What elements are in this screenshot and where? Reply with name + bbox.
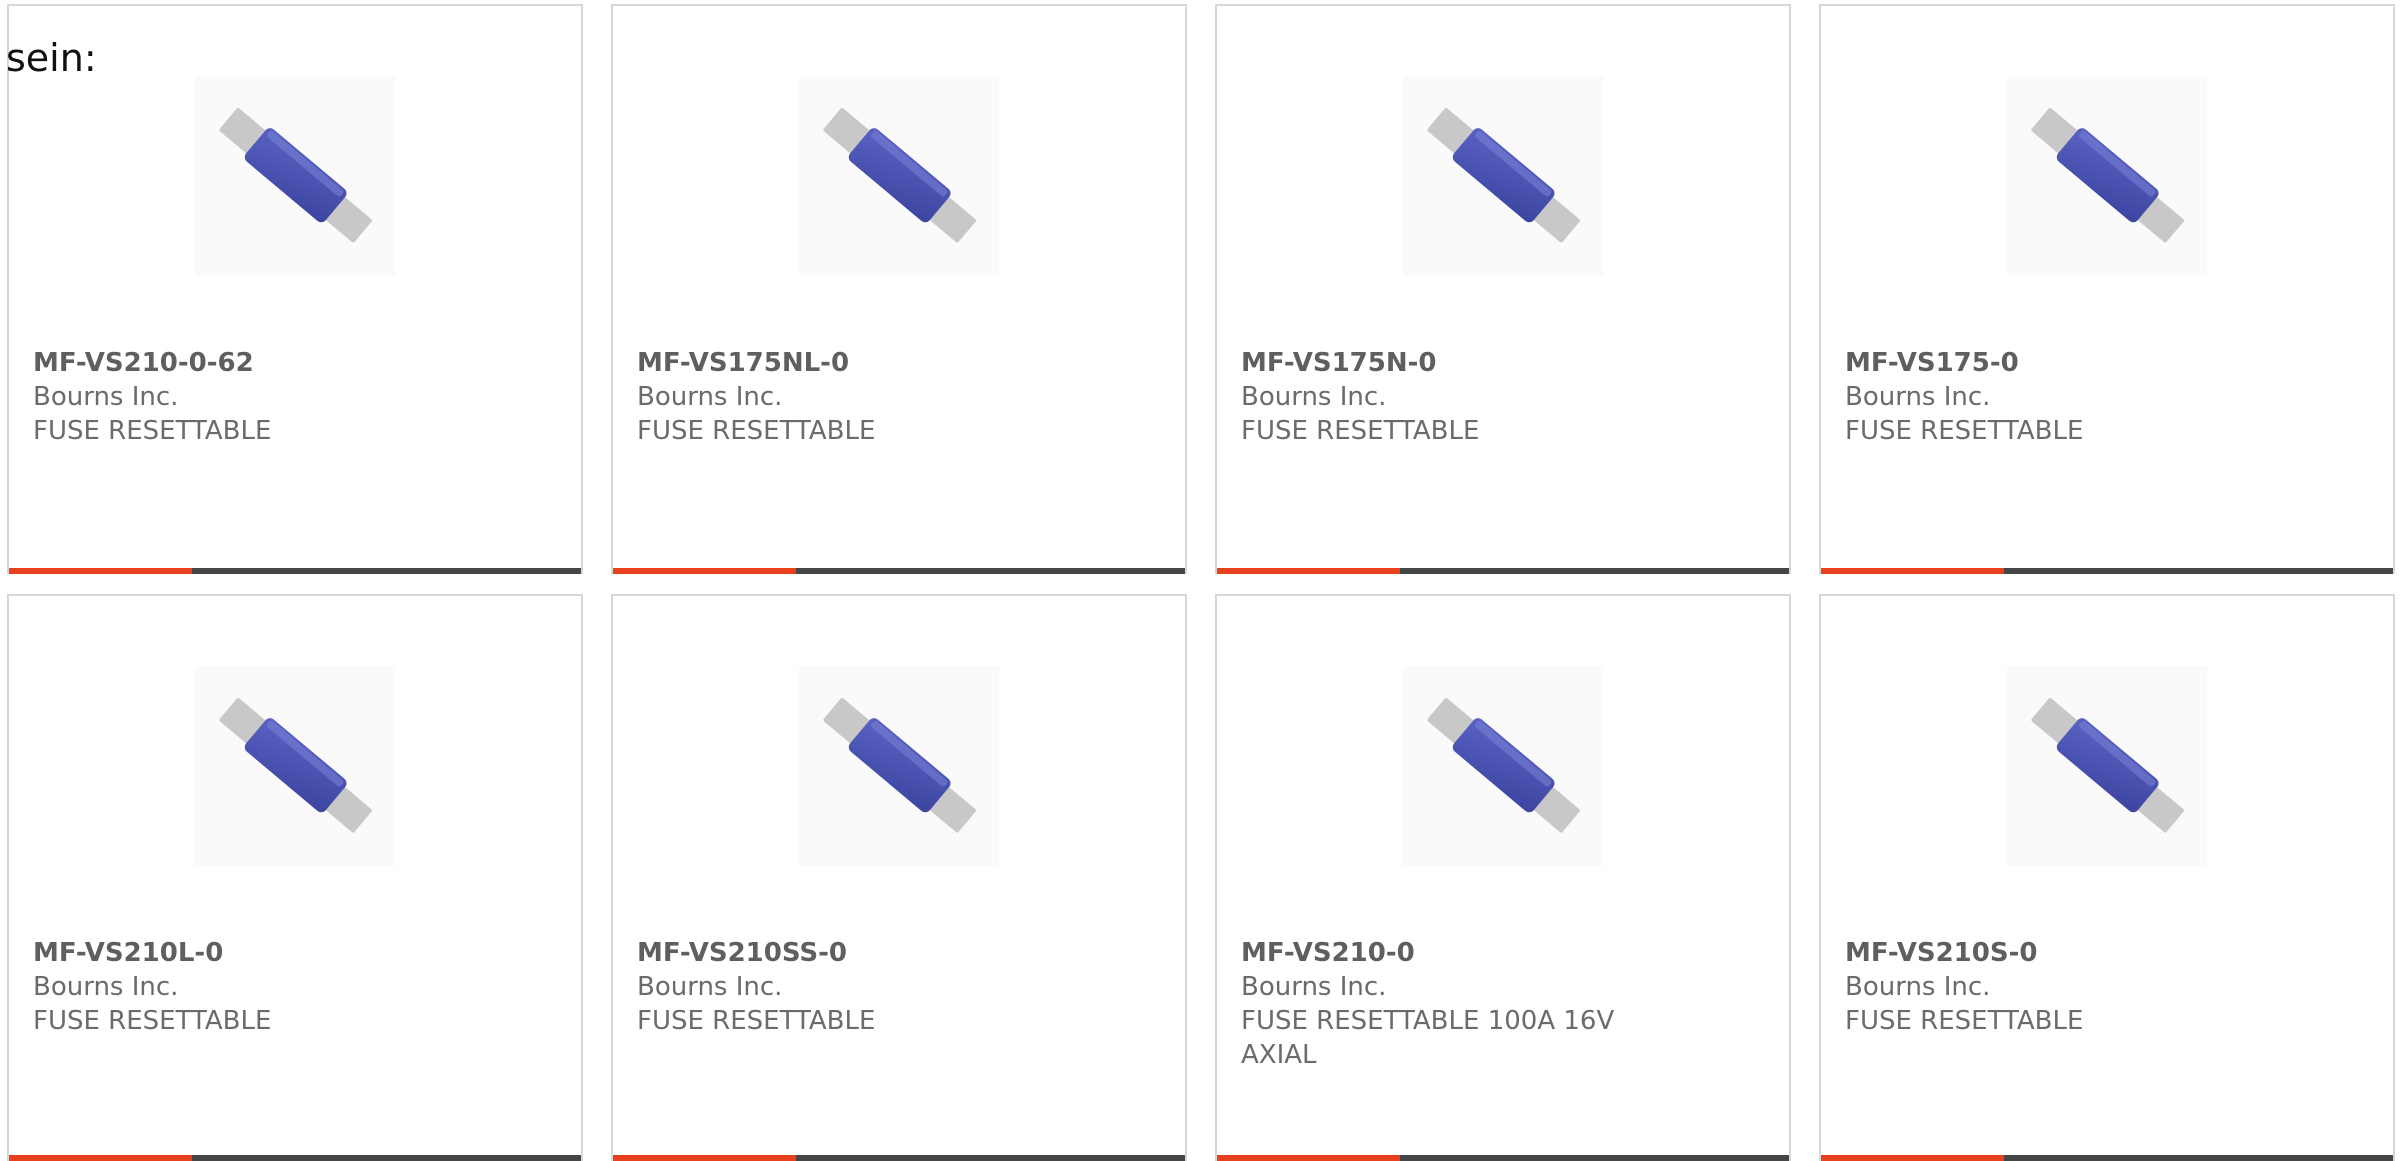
product-info: MF-VS175-0 Bourns Inc. FUSE RESETTABLE <box>1845 346 2365 448</box>
product-grid-page: sein: MF-VS210-0-62 Bourns Inc. FUSE RES… <box>0 0 2400 1161</box>
product-info: MF-VS175NL-0 Bourns Inc. FUSE RESETTABLE <box>637 346 1157 448</box>
card-accent-bar <box>1821 568 2004 574</box>
manufacturer: Bourns Inc. <box>1241 972 1387 1002</box>
manufacturer: Bourns Inc. <box>1845 972 1991 1002</box>
part-number[interactable]: MF-VS210-0-62 <box>33 346 553 380</box>
manufacturer: Bourns Inc. <box>637 972 783 1002</box>
product-card[interactable]: MF-VS210S-0 Bourns Inc. FUSE RESETTABLE <box>1819 594 2395 1161</box>
product-image[interactable] <box>799 666 999 866</box>
resettable-fuse-image <box>2031 107 2184 243</box>
product-description: FUSE RESETTABLE <box>1845 416 2084 446</box>
product-info: MF-VS210S-0 Bourns Inc. FUSE RESETTABLE <box>1845 936 2365 1038</box>
product-card[interactable]: MF-VS175-0 Bourns Inc. FUSE RESETTABLE <box>1819 4 2395 574</box>
resettable-fuse-image <box>219 697 372 833</box>
resettable-fuse-image <box>823 697 976 833</box>
product-card[interactable]: MF-VS175N-0 Bourns Inc. FUSE RESETTABLE <box>1215 4 1791 574</box>
product-card[interactable]: MF-VS210SS-0 Bourns Inc. FUSE RESETTABLE <box>611 594 1187 1161</box>
card-bottom-bar <box>1821 568 2393 574</box>
product-info: MF-VS175N-0 Bourns Inc. FUSE RESETTABLE <box>1241 346 1761 448</box>
product-description: FUSE RESETTABLE <box>33 416 272 446</box>
manufacturer: Bourns Inc. <box>1241 382 1387 412</box>
part-number[interactable]: MF-VS210SS-0 <box>637 936 1157 970</box>
card-accent-bar <box>9 1155 192 1161</box>
manufacturer: Bourns Inc. <box>33 382 179 412</box>
product-card[interactable]: MF-VS175NL-0 Bourns Inc. FUSE RESETTABLE <box>611 4 1187 574</box>
product-info: MF-VS210SS-0 Bourns Inc. FUSE RESETTABLE <box>637 936 1157 1038</box>
card-accent-bar <box>613 1155 796 1161</box>
product-description: FUSE RESETTABLE <box>637 416 876 446</box>
manufacturer: Bourns Inc. <box>33 972 179 1002</box>
card-accent-bar <box>1821 1155 2004 1161</box>
card-bottom-bar <box>613 568 1185 574</box>
part-number[interactable]: MF-VS210S-0 <box>1845 936 2365 970</box>
product-description: FUSE RESETTABLE <box>33 1006 272 1036</box>
resettable-fuse-image <box>823 107 976 243</box>
product-image[interactable] <box>1403 666 1603 866</box>
product-image[interactable] <box>2007 666 2207 866</box>
product-description: FUSE RESETTABLE <box>1845 1006 2084 1036</box>
product-image[interactable] <box>799 76 999 276</box>
product-image[interactable] <box>2007 76 2207 276</box>
part-number[interactable]: MF-VS210-0 <box>1241 936 1641 970</box>
product-card[interactable]: MF-VS210-0-62 Bourns Inc. FUSE RESETTABL… <box>7 4 583 574</box>
card-bottom-bar <box>1821 1155 2393 1161</box>
manufacturer: Bourns Inc. <box>1845 382 1991 412</box>
product-card[interactable]: MF-VS210-0 Bourns Inc. FUSE RESETTABLE 1… <box>1215 594 1791 1161</box>
product-info: MF-VS210L-0 Bourns Inc. FUSE RESETTABLE <box>33 936 553 1038</box>
part-number[interactable]: MF-VS175NL-0 <box>637 346 1157 380</box>
product-image[interactable] <box>195 76 395 276</box>
product-description: FUSE RESETTABLE 100A 16V AXIAL <box>1241 1006 1615 1070</box>
product-description: FUSE RESETTABLE <box>637 1006 876 1036</box>
product-image[interactable] <box>195 666 395 866</box>
card-bottom-bar <box>9 568 581 574</box>
product-description: FUSE RESETTABLE <box>1241 416 1480 446</box>
card-accent-bar <box>613 568 796 574</box>
card-bottom-bar <box>9 1155 581 1161</box>
part-number[interactable]: MF-VS175N-0 <box>1241 346 1761 380</box>
part-number[interactable]: MF-VS175-0 <box>1845 346 2365 380</box>
resettable-fuse-image <box>1427 107 1580 243</box>
resettable-fuse-image <box>1427 697 1580 833</box>
card-bottom-bar <box>1217 568 1789 574</box>
intro-text: sein: <box>6 36 97 80</box>
card-accent-bar <box>1217 1155 1400 1161</box>
part-number[interactable]: MF-VS210L-0 <box>33 936 553 970</box>
resettable-fuse-image <box>219 107 372 243</box>
product-image[interactable] <box>1403 76 1603 276</box>
manufacturer: Bourns Inc. <box>637 382 783 412</box>
resettable-fuse-image <box>2031 697 2184 833</box>
product-card[interactable]: MF-VS210L-0 Bourns Inc. FUSE RESETTABLE <box>7 594 583 1161</box>
card-bottom-bar <box>1217 1155 1789 1161</box>
product-info: MF-VS210-0-62 Bourns Inc. FUSE RESETTABL… <box>33 346 553 448</box>
card-bottom-bar <box>613 1155 1185 1161</box>
card-accent-bar <box>9 568 192 574</box>
card-accent-bar <box>1217 568 1400 574</box>
product-info: MF-VS210-0 Bourns Inc. FUSE RESETTABLE 1… <box>1241 936 1641 1072</box>
